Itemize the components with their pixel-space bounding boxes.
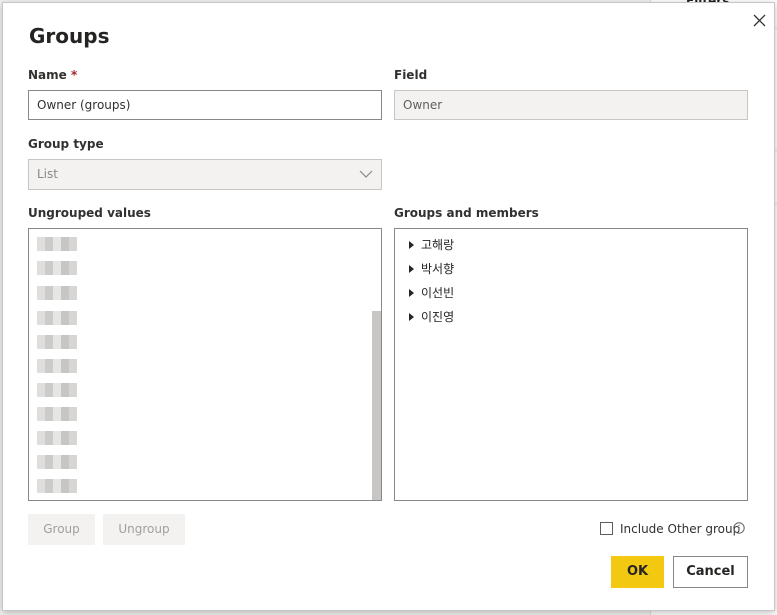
group-tree-item[interactable]: 이진영 <box>409 308 454 325</box>
ok-button[interactable]: OK <box>611 556 664 588</box>
group-type-label: Group type <box>28 137 104 151</box>
list-item[interactable] <box>37 407 77 421</box>
group-name: 박서향 <box>421 262 455 276</box>
group-tree-item[interactable]: 고해랑 <box>409 236 454 253</box>
info-icon[interactable] <box>733 522 745 534</box>
expand-triangle-icon[interactable] <box>409 289 414 297</box>
group-name: 고해랑 <box>421 238 455 252</box>
chevron-down-icon <box>359 170 373 178</box>
groups-and-members-label: Groups and members <box>394 206 539 220</box>
list-item[interactable] <box>37 359 77 373</box>
name-label: Name * <box>28 68 77 82</box>
name-label-text: Name <box>28 68 67 82</box>
close-button[interactable] <box>752 13 768 29</box>
ungrouped-values-label: Ungrouped values <box>28 206 151 220</box>
groups-and-members-list[interactable]: 고해랑 박서향 이선빈 이진영 <box>394 228 748 501</box>
list-item[interactable] <box>37 383 77 397</box>
list-item[interactable] <box>37 286 77 300</box>
group-name: 이진영 <box>421 310 455 324</box>
list-item[interactable] <box>37 455 77 469</box>
expand-triangle-icon[interactable] <box>409 313 414 321</box>
group-tree-item[interactable]: 박서향 <box>409 260 454 277</box>
required-mark: * <box>70 68 78 82</box>
ungroup-button[interactable]: Ungroup <box>103 514 185 545</box>
field-input: Owner <box>394 90 748 120</box>
scrollbar-thumb[interactable] <box>372 311 381 500</box>
list-item[interactable] <box>37 335 77 349</box>
name-input[interactable]: Owner (groups) <box>28 90 382 120</box>
list-item[interactable] <box>37 431 77 445</box>
list-item[interactable] <box>37 237 77 251</box>
group-type-select[interactable]: List <box>28 159 382 190</box>
cancel-button[interactable]: Cancel <box>673 556 748 588</box>
group-type-value: List <box>37 167 58 181</box>
close-icon <box>753 14 766 27</box>
group-name: 이선빈 <box>421 286 455 300</box>
expand-triangle-icon[interactable] <box>409 265 414 273</box>
list-item[interactable] <box>37 311 77 325</box>
ungrouped-values-list[interactable] <box>28 228 382 501</box>
include-other-label: Include Other group <box>620 522 741 536</box>
dialog-title: Groups <box>29 24 110 48</box>
field-label: Field <box>394 68 428 82</box>
group-button[interactable]: Group <box>28 514 95 545</box>
include-other-checkbox[interactable] <box>600 522 613 535</box>
group-tree-item[interactable]: 이선빈 <box>409 284 454 301</box>
expand-triangle-icon[interactable] <box>409 241 414 249</box>
list-item[interactable] <box>37 261 77 275</box>
groups-dialog: Groups Name * Owner (groups) Field Owner… <box>2 2 775 611</box>
list-item[interactable] <box>37 479 77 493</box>
